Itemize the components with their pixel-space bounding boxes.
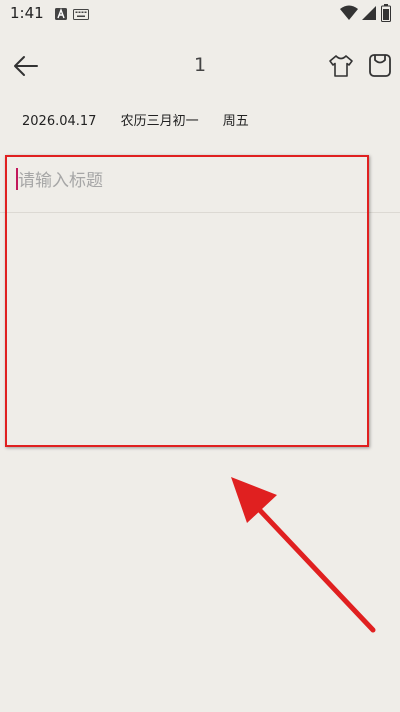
note-content-area[interactable] — [10, 218, 390, 438]
note-title: 1 — [193, 54, 207, 76]
date-text: 2026.04.17 — [22, 114, 97, 129]
lunar-date-text: 农历三月初一 — [120, 114, 199, 129]
arrow-left-icon — [14, 56, 38, 76]
status-bar: 1:41 — [0, 0, 400, 28]
title-divider — [0, 212, 400, 213]
title-input[interactable] — [18, 166, 358, 196]
battery-icon — [381, 4, 391, 22]
signal-icon — [362, 6, 376, 20]
weekday-text: 周五 — [222, 114, 249, 129]
tshirt-icon — [329, 55, 353, 77]
text-cursor — [16, 168, 18, 190]
annotation-arrow-icon — [231, 477, 376, 633]
date-row: 2026.04.17 农历三月初一 周五 — [22, 110, 269, 129]
save-bag-icon — [369, 54, 391, 77]
wifi-icon — [340, 5, 358, 20]
status-time: 1:41 — [10, 4, 44, 22]
a-notification-icon — [55, 8, 67, 20]
toolbar: 1 — [0, 40, 400, 92]
keyboard-icon — [73, 9, 89, 20]
theme-button[interactable] — [327, 52, 355, 80]
save-button[interactable] — [368, 52, 392, 78]
back-button[interactable] — [12, 52, 40, 80]
